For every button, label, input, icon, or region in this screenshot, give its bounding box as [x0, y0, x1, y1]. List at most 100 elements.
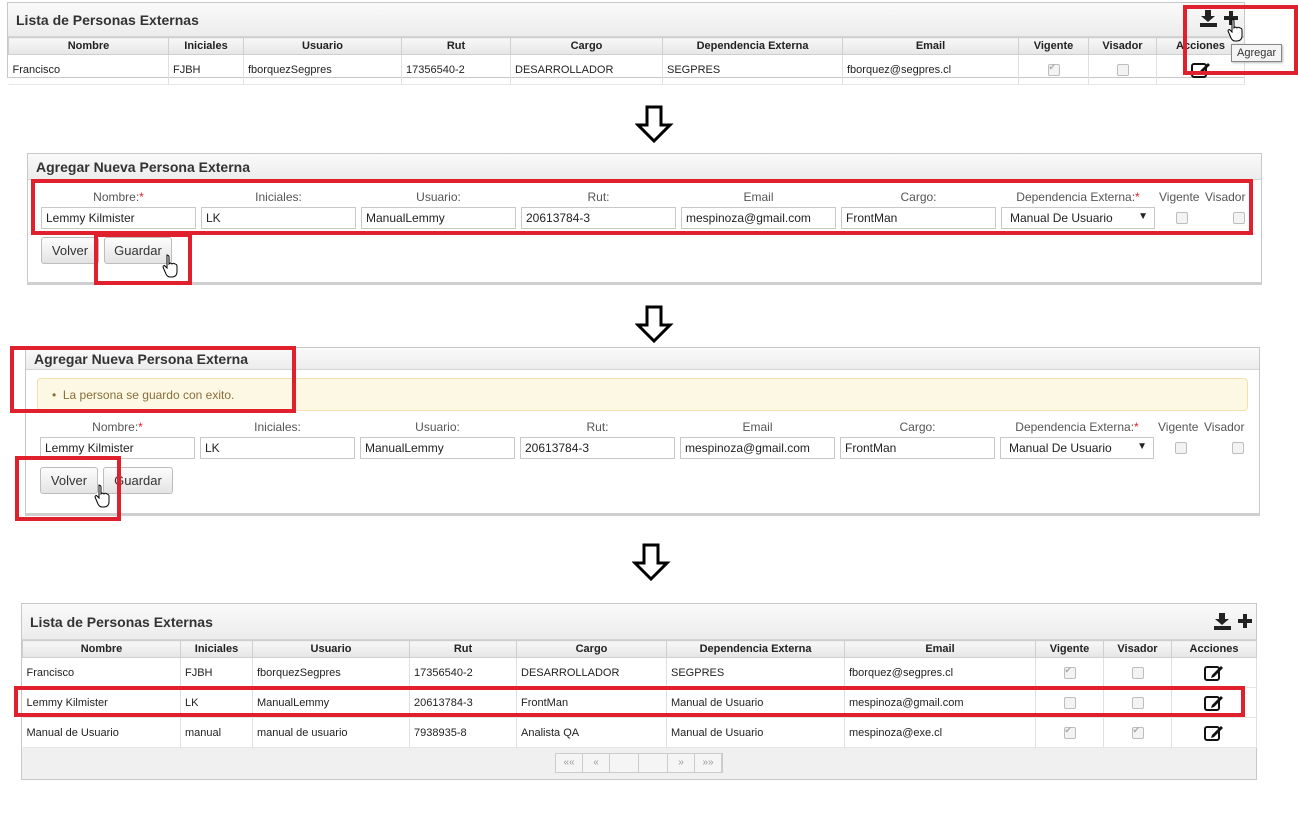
column-header: Rut	[409, 640, 517, 658]
cell-nombre: Manual de Usuario	[22, 717, 181, 748]
column-header: Email	[844, 640, 1036, 658]
label-text: Email	[742, 420, 773, 434]
value: ManualLemmy	[365, 441, 444, 455]
hand-cursor-icon	[94, 484, 110, 508]
column-header: Iniciales	[180, 640, 253, 658]
panel-title: Lista de Personas Externas	[16, 11, 199, 28]
cell-nombre: Francisco	[22, 657, 181, 688]
label-iniciales: Iniciales:	[200, 420, 355, 434]
cell-acciones	[1171, 657, 1257, 688]
highlight-new-row	[14, 686, 1245, 717]
highlight-fields	[31, 179, 1253, 235]
cell-usuario: manual de usuario	[252, 717, 410, 748]
cargo-input[interactable]: FrontMan	[840, 437, 995, 459]
cell-rut: 7938935-8	[409, 717, 517, 748]
visador-checkbox	[1116, 63, 1129, 76]
arrow-down-icon	[632, 543, 671, 582]
add-person-icon[interactable]	[1214, 611, 1252, 631]
pagination: «« « »»»	[555, 753, 723, 773]
cell-email: fborquez@segpres.cl	[842, 54, 1019, 85]
column-header: Nombre	[8, 37, 169, 55]
table-row: Francisco FJBH fborquezSegpres 17356540-2 DE…	[8, 54, 1245, 85]
arrow-down-icon	[635, 305, 674, 344]
panel-title: Lista de Personas Externas	[30, 613, 213, 630]
cell-cargo: DESARROLLADOR	[516, 657, 667, 688]
visador-checkbox	[1131, 666, 1144, 679]
label-rut: Rut:	[520, 420, 675, 434]
cell-dependencia: Manual de Usuario	[666, 717, 845, 748]
highlight-title-alert	[10, 346, 296, 413]
hand-cursor-icon	[162, 254, 178, 278]
panel-header: Lista de Personas Externas	[8, 3, 1244, 37]
cell-cargo: DESARROLLADOR	[510, 54, 663, 85]
vigente-checkbox[interactable]	[1175, 441, 1187, 454]
label-cargo: Cargo:	[840, 420, 995, 434]
label-vigente: Vigente	[1158, 420, 1199, 434]
vigente-checkbox	[1063, 725, 1076, 739]
cell-cargo: Analista QA	[516, 717, 667, 748]
cell-iniciales: FJBH	[180, 657, 253, 688]
vigente-checkbox	[1063, 665, 1076, 679]
usuario-input[interactable]: ManualLemmy	[360, 437, 515, 459]
column-header: Rut	[401, 37, 511, 55]
table-row: Manual de Usuario manual manual de usuario…	[22, 717, 1257, 748]
column-header: Iniciales	[168, 37, 244, 55]
email-input[interactable]: mespinoza@gmail.com	[680, 437, 835, 459]
required-mark: *	[1134, 420, 1139, 434]
cell-vigente	[1035, 657, 1104, 688]
form-title: Agregar Nueva Persona Externa	[36, 158, 250, 175]
pager-button[interactable]: «	[583, 754, 610, 772]
cell-dependencia: SEGPRES	[666, 657, 845, 688]
arrow-down-icon	[635, 105, 674, 144]
form-fields-step3: Nombre:* Lemmy Kilmister Iniciales: LK Usuar…	[0, 0, 1244, 459]
edit-icon[interactable]	[1203, 724, 1225, 742]
rut-input[interactable]: 20613784-3	[520, 437, 675, 459]
cell-vigente	[1035, 717, 1104, 748]
edit-icon[interactable]	[1203, 664, 1225, 682]
visador-checkbox[interactable]	[1232, 441, 1244, 454]
cell-email: fborquez@segpres.cl	[844, 657, 1036, 688]
column-header: Acciones	[1171, 640, 1257, 658]
value: FrontMan	[845, 441, 897, 455]
cell-iniciales: manual	[180, 717, 253, 748]
label-dependencia: Dependencia Externa:*	[1000, 420, 1154, 434]
persons-table: Nombre Iniciales Usuario Rut Cargo Dependenci…	[8, 37, 1245, 85]
label-text: Cargo:	[899, 420, 936, 434]
chevron-down-icon: ▼	[1137, 441, 1147, 452]
column-header: Email	[842, 37, 1019, 55]
pager-button[interactable]: ««	[556, 754, 583, 772]
value: 20613784-3	[525, 441, 590, 455]
list-panel-step1: Lista de Personas Externas Nombre Inicial…	[7, 2, 1245, 85]
pager-button[interactable]	[610, 754, 639, 772]
column-header: Vigente	[1018, 37, 1089, 55]
column-header: Dependencia Externa	[666, 640, 845, 658]
pager-button[interactable]	[639, 754, 668, 772]
visador-checkbox	[1131, 725, 1144, 739]
label-text: Nombre:	[92, 420, 139, 434]
cell-rut: 17356540-2	[401, 54, 511, 85]
dependencia-select[interactable]: Manual De Usuario ▼	[1000, 437, 1154, 459]
cell-dependencia: SEGPRES	[662, 54, 843, 85]
value: Manual De Usuario	[1009, 441, 1112, 455]
vigente-checkbox	[1047, 62, 1060, 76]
cell-iniciales: FJBH	[168, 54, 244, 85]
value: LK	[205, 441, 220, 455]
column-header: Usuario	[252, 640, 410, 658]
cell-acciones	[1171, 717, 1257, 748]
label-text: Iniciales:	[254, 420, 301, 434]
cell-visador	[1103, 657, 1172, 688]
panel-header: Lista de Personas Externas	[22, 604, 1256, 640]
pager-button[interactable]: »»	[695, 754, 722, 772]
iniciales-input[interactable]: LK	[200, 437, 355, 459]
table-row: Francisco FJBH fborquezSegpres 17356540-2 DE…	[22, 657, 1257, 688]
pager-button[interactable]: »	[668, 754, 695, 772]
label-text: Usuario:	[415, 420, 460, 434]
column-header: Vigente	[1035, 640, 1104, 658]
required-mark: *	[138, 420, 143, 434]
column-header: Usuario	[243, 37, 402, 55]
column-header: Visador	[1103, 640, 1172, 658]
column-header: Cargo	[516, 640, 667, 658]
column-header: Cargo	[510, 37, 663, 55]
volver-button[interactable]: Volver	[41, 237, 99, 264]
cell-rut: 17356540-2	[409, 657, 517, 688]
